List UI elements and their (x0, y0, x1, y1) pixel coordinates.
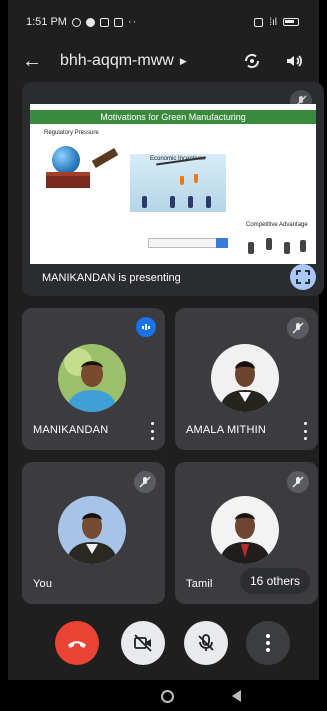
chevron-right-icon[interactable]: ▶ (180, 56, 187, 67)
mic-off-icon (134, 471, 156, 493)
slide-label-regulatory: Regulatory Pressure (44, 130, 99, 136)
call-controls (8, 616, 319, 670)
participant-name: Tamil (186, 578, 213, 590)
avatar (211, 496, 279, 564)
camera-off-icon (134, 634, 152, 652)
avatar (211, 344, 279, 412)
figure-image (206, 196, 211, 208)
signal-icon: ⁞ıl (269, 16, 277, 28)
globe-image (52, 146, 80, 174)
others-count-chip[interactable]: 16 others (239, 568, 310, 594)
slide-button-image (216, 238, 228, 248)
status-extra: ·· (127, 16, 138, 28)
participant-name: AMALA MITHIN (186, 424, 267, 436)
battery-icon (283, 18, 299, 26)
runner-image (266, 238, 272, 250)
more-vert-icon (266, 634, 270, 652)
slide-label-competitive: Competitive Advantage (246, 222, 308, 228)
gavel-image (91, 148, 119, 168)
meet-screen: 1:51 PM ·· ⁞ıl ← bhh-aqqm-mww ▶ Motivati… (8, 0, 324, 711)
end-call-button[interactable] (55, 621, 99, 665)
participant-name: MANIKANDAN (33, 424, 109, 436)
status-time: 1:51 PM (26, 16, 67, 28)
participant-name: You (33, 578, 53, 590)
switch-camera-icon[interactable] (241, 50, 263, 72)
notification-icon (85, 17, 95, 27)
cast-icon (99, 17, 109, 27)
runner-image (284, 242, 290, 254)
alarm-icon (71, 17, 81, 27)
back-triangle-icon[interactable] (232, 690, 241, 702)
back-arrow-icon[interactable]: ← (22, 50, 50, 73)
nfc-icon (254, 17, 264, 27)
mic-off-icon (287, 471, 309, 493)
more-vert-icon[interactable] (147, 422, 157, 440)
more-vert-icon[interactable] (300, 422, 310, 440)
law-books-image (46, 172, 90, 188)
home-icon[interactable] (161, 690, 174, 703)
status-bar: 1:51 PM ·· ⁞ıl (8, 0, 319, 44)
message-icon (113, 17, 123, 27)
speaker-icon[interactable] (283, 50, 305, 72)
runner-image (300, 240, 306, 252)
runner-image (248, 242, 254, 254)
camera-toggle-button[interactable] (121, 621, 165, 665)
speaking-indicator-icon (136, 317, 156, 337)
carrot-image (194, 174, 198, 183)
meeting-code[interactable]: bhh-aqqm-mww (60, 52, 174, 70)
more-options-button[interactable] (246, 621, 290, 665)
figure-image (170, 196, 175, 208)
participant-tile[interactable]: You (22, 462, 165, 604)
avatar (58, 344, 126, 412)
figure-image (188, 196, 193, 208)
participant-tile[interactable]: AMALA MITHIN (175, 308, 318, 450)
fullscreen-icon[interactable] (290, 264, 316, 290)
mic-off-icon (198, 634, 214, 651)
participant-tile[interactable]: MANIKANDAN (22, 308, 165, 450)
presentation-tile[interactable]: Motivations for Green Manufacturing Regu… (22, 82, 324, 296)
figure-image (142, 196, 147, 208)
shared-slide: Motivations for Green Manufacturing Regu… (30, 104, 316, 264)
hang-up-icon (68, 641, 86, 648)
meeting-header: ← bhh-aqqm-mww ▶ (8, 44, 319, 78)
system-nav-bar (8, 680, 319, 711)
avatar (58, 496, 126, 564)
participant-tile[interactable]: Tamil 16 others (175, 462, 318, 604)
presenting-label: MANIKANDAN is presenting (42, 272, 181, 284)
mic-off-icon (287, 317, 309, 339)
slide-title: Motivations for Green Manufacturing (30, 110, 316, 124)
carrot-image (180, 176, 184, 185)
mic-toggle-button[interactable] (184, 621, 228, 665)
